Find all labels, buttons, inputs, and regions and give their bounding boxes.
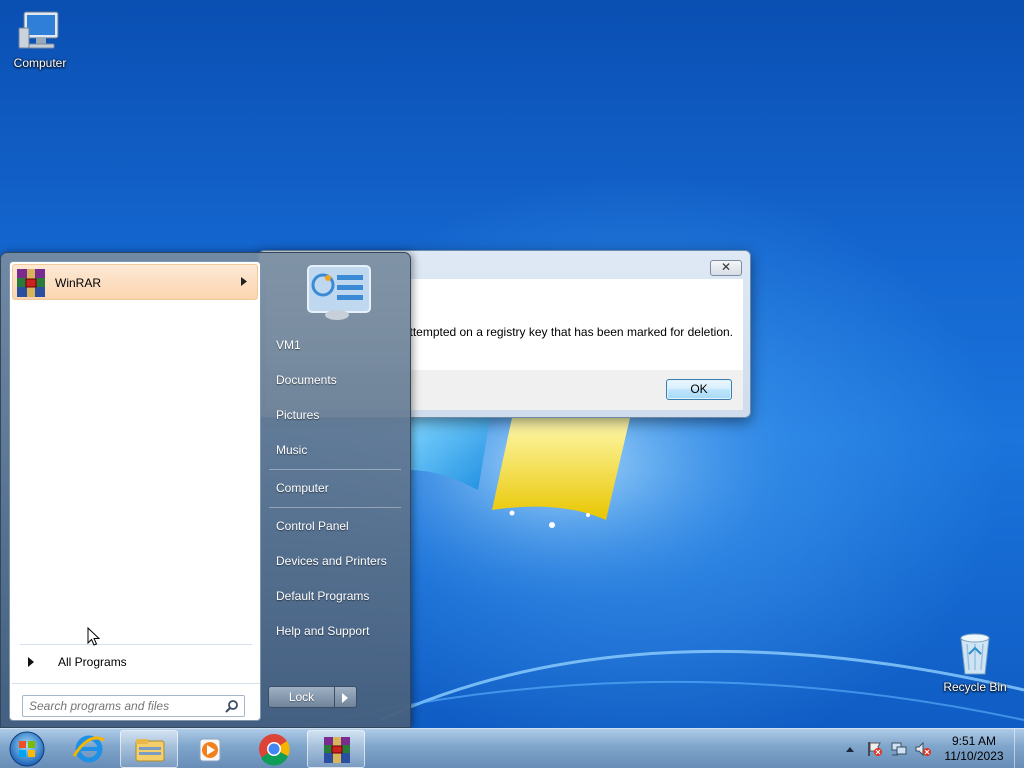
desktop-icon-computer[interactable]: Computer — [0, 8, 80, 70]
clock-time: 9:51 AM — [951, 734, 997, 748]
expand-arrow-icon — [28, 657, 34, 667]
chrome-icon — [259, 734, 290, 766]
taskbar-clock[interactable]: 9:51 AM 11/10/2023 — [938, 734, 1010, 764]
submenu-arrow-icon — [241, 277, 247, 286]
places-link-pictures[interactable]: Pictures — [276, 408, 319, 422]
taskbar-media-player[interactable] — [182, 730, 240, 768]
user-picture-icon — [307, 265, 371, 320]
places-link-computer[interactable]: Computer — [276, 481, 329, 495]
start-orb[interactable] — [6, 730, 48, 768]
dialog-message: ttempted on a registry key that has been… — [409, 325, 733, 339]
close-button[interactable]: ✕ — [710, 260, 742, 276]
network-icon[interactable] — [890, 741, 908, 757]
divider — [12, 683, 260, 684]
places-link-music[interactable]: Music — [276, 443, 307, 457]
winrar-icon — [324, 737, 350, 763]
desktop[interactable]: Computer Recycle Bin ✕ ttempted on a reg… — [0, 0, 1024, 728]
computer-icon — [18, 11, 59, 49]
program-item-winrar[interactable]: WinRAR — [12, 264, 258, 300]
places-link-help-support[interactable]: Help and Support — [276, 624, 369, 638]
winrar-icon — [17, 269, 45, 297]
desktop-icon-label: Computer — [13, 56, 67, 70]
divider — [269, 469, 401, 470]
ok-button[interactable]: OK — [666, 379, 732, 400]
power-options-arrow-icon — [342, 693, 348, 703]
places-link-control-panel[interactable]: Control Panel — [276, 519, 349, 533]
show-hidden-icons-icon[interactable] — [843, 741, 861, 757]
taskbar-chrome[interactable] — [244, 730, 302, 768]
places-link-devices-printers[interactable]: Devices and Printers — [276, 554, 387, 568]
action-center-flag-icon[interactable] — [866, 741, 884, 757]
power-options-button[interactable] — [335, 686, 357, 708]
lock-button[interactable]: Lock — [268, 686, 335, 708]
search-icon[interactable] — [225, 699, 239, 713]
desktop-icon-recycle-bin[interactable]: Recycle Bin — [935, 630, 1015, 694]
start-menu-places-pane: VM1 Documents Pictures Music Computer Co… — [265, 253, 411, 728]
all-programs-label: All Programs — [58, 655, 127, 669]
divider — [269, 507, 401, 508]
recycle-bin-icon — [960, 633, 990, 675]
taskbar-winrar[interactable] — [307, 730, 365, 768]
all-programs-button[interactable]: All Programs — [18, 653, 254, 673]
taskbar-internet-explorer[interactable] — [60, 730, 118, 768]
divider — [20, 644, 252, 645]
places-link-default-programs[interactable]: Default Programs — [276, 589, 369, 603]
media-player-icon — [199, 738, 221, 762]
volume-muted-icon[interactable] — [914, 741, 932, 757]
taskbar: 9:51 AM 11/10/2023 — [0, 728, 1024, 768]
close-icon: ✕ — [720, 260, 732, 274]
desktop-icon-label: Recycle Bin — [943, 680, 1007, 694]
places-link-user[interactable]: VM1 — [276, 338, 301, 352]
start-menu-programs-pane: WinRAR All Programs — [9, 261, 261, 721]
clock-date: 11/10/2023 — [944, 749, 1004, 763]
mouse-cursor-icon — [87, 627, 101, 646]
internet-explorer-icon — [72, 735, 105, 763]
program-item-label: WinRAR — [55, 276, 102, 290]
file-explorer-icon — [135, 739, 165, 762]
start-search-box[interactable] — [22, 695, 245, 717]
show-desktop-button[interactable] — [1014, 729, 1024, 768]
start-menu[interactable]: WinRAR All Programs Search programs and … — [0, 252, 411, 728]
taskbar-file-explorer[interactable] — [120, 730, 178, 768]
search-input[interactable] — [29, 698, 219, 714]
places-link-documents[interactable]: Documents — [276, 373, 337, 387]
